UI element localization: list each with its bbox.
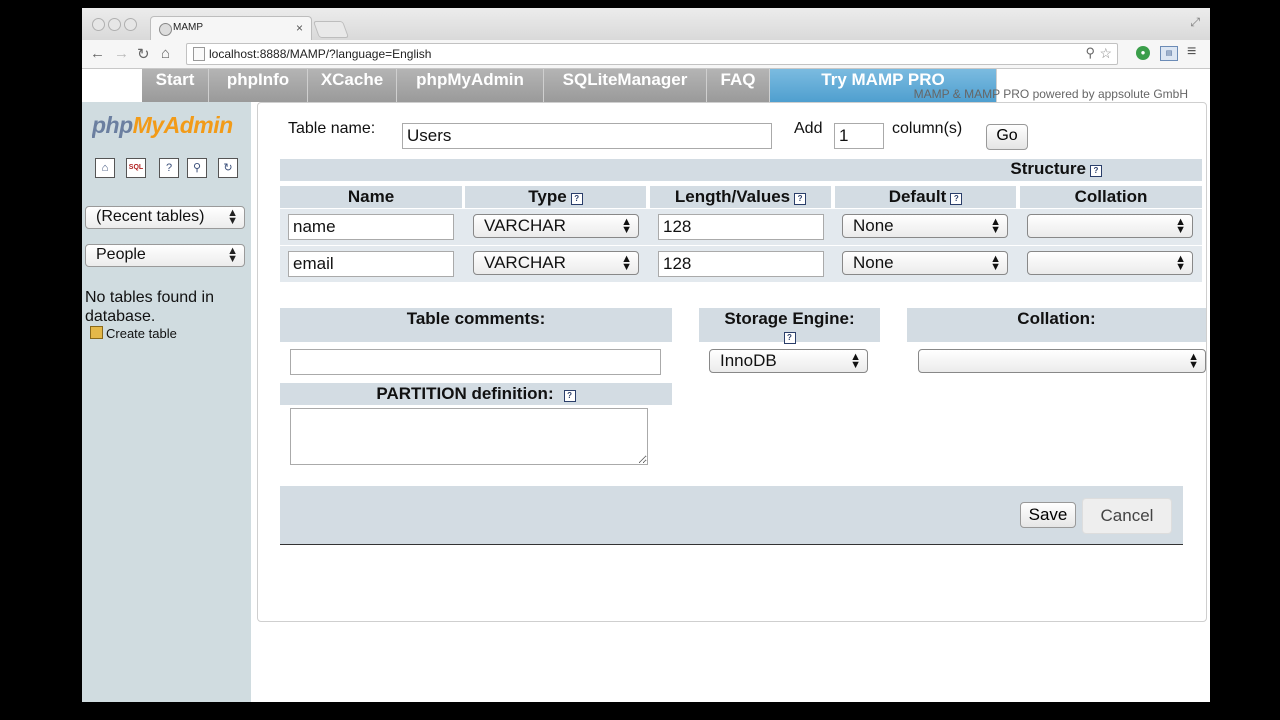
structure-help-icon[interactable]: ?	[1090, 165, 1102, 177]
extension-icon[interactable]: ▤	[1160, 46, 1178, 61]
cancel-button[interactable]: Cancel	[1082, 498, 1172, 534]
column-default-select[interactable]: None ▲ ▼	[842, 214, 1008, 238]
minimize-window-button[interactable]	[108, 18, 121, 31]
storage-engine-select[interactable]: InnoDB ▲ ▼	[709, 349, 868, 373]
storage-engine-header: Storage Engine:?	[699, 308, 880, 344]
select-arrows-icon: ▲ ▼	[227, 207, 238, 227]
no-tables-message: No tables found in database.	[85, 289, 214, 325]
select-arrows-icon: ▲ ▼	[1188, 351, 1199, 371]
add-columns-input[interactable]	[834, 123, 884, 149]
table-comments-header: Table comments:	[280, 308, 672, 342]
default-help-icon[interactable]: ?	[950, 193, 963, 205]
table-comments-input[interactable]	[290, 349, 661, 375]
tab-title: MAMP	[173, 22, 203, 33]
mamp-nav: Start phpInfo XCache phpMyAdmin SQLiteMa…	[82, 69, 1210, 105]
documentation-icon[interactable]: ⚲	[187, 158, 207, 178]
structure-header: Structure?	[280, 159, 1202, 181]
zoom-magnifier-icon[interactable]: ⚲	[1085, 45, 1095, 61]
home-icon[interactable]: ⌂	[161, 45, 170, 62]
browser-menu-icon[interactable]: ≡	[1187, 43, 1196, 61]
nav-phpmyadmin[interactable]: phpMyAdmin	[397, 69, 544, 102]
refresh-icon[interactable]: ↻	[218, 158, 238, 178]
home-icon[interactable]: ⌂	[95, 158, 115, 178]
forward-arrow-icon[interactable]: →	[114, 45, 129, 62]
column-length-input[interactable]	[658, 251, 824, 277]
extension-badge-icon[interactable]: ●	[1136, 46, 1150, 60]
type-help-icon[interactable]: ?	[570, 193, 583, 205]
add-label: Add	[794, 120, 823, 137]
new-table-icon	[90, 326, 103, 339]
pma-sidebar: phpMyAdmin ⌂ SQL ? ⚲ ↻ (Recent tables) ▲…	[82, 102, 251, 702]
page-icon	[193, 47, 205, 61]
nav-sqlitemanager[interactable]: SQLiteManager	[544, 69, 707, 102]
select-arrows-icon: ▲ ▼	[621, 253, 632, 273]
select-arrows-icon: ▲ ▼	[227, 245, 238, 265]
create-table-form: Table name: Add column(s) Go Structure? …	[257, 102, 1207, 622]
powered-by-text: MAMP & MAMP PRO powered by appsolute Gmb…	[913, 87, 1188, 101]
button-bar: Save Cancel	[280, 486, 1183, 545]
column-name-input[interactable]	[288, 251, 454, 277]
url-text: localhost:8888/MAMP/?language=English	[209, 47, 432, 61]
go-button[interactable]: Go	[986, 124, 1028, 150]
select-arrows-icon: ▲ ▼	[621, 216, 632, 236]
tab-close-icon[interactable]: ×	[296, 21, 303, 35]
database-select[interactable]: People ▲ ▼	[85, 244, 245, 267]
browser-window: MAMP × ⤢ ← → ↻ ⌂ localhost:8888/MAMP/?la…	[82, 8, 1210, 702]
recent-tables-select[interactable]: (Recent tables) ▲ ▼	[85, 206, 245, 229]
header-type: Type?	[465, 186, 646, 208]
save-button[interactable]: Save	[1020, 502, 1076, 528]
table-name-label: Table name:	[288, 120, 376, 137]
zoom-window-button[interactable]	[124, 18, 137, 31]
title-bar: MAMP × ⤢	[82, 8, 1210, 41]
globe-icon	[159, 23, 172, 36]
column-collation-select[interactable]: ▲ ▼	[1027, 214, 1193, 238]
close-window-button[interactable]	[92, 18, 105, 31]
phpmyadmin-logo[interactable]: phpMyAdmin	[92, 112, 251, 139]
table-collation-select[interactable]: ▲ ▼	[918, 349, 1206, 373]
columns-label: column(s)	[892, 120, 963, 137]
browser-toolbar: ← → ↻ ⌂ localhost:8888/MAMP/?language=En…	[82, 40, 1210, 69]
nav-faq[interactable]: FAQ	[707, 69, 770, 102]
select-arrows-icon: ▲ ▼	[1175, 216, 1186, 236]
storage-engine-help-icon[interactable]: ?	[783, 332, 796, 344]
header-collation: Collation	[1020, 186, 1202, 208]
column-length-input[interactable]	[658, 214, 824, 240]
column-type-select[interactable]: VARCHAR ▲ ▼	[473, 214, 639, 238]
column-collation-select[interactable]: ▲ ▼	[1027, 251, 1193, 275]
select-arrows-icon: ▲ ▼	[1175, 253, 1186, 273]
header-length-values: Length/Values?	[650, 186, 831, 208]
select-arrows-icon: ▲ ▼	[990, 253, 1001, 273]
create-table-link[interactable]: Create table	[90, 326, 177, 341]
partition-textarea[interactable]	[290, 408, 648, 465]
header-default: Default?	[835, 186, 1016, 208]
help-icon[interactable]: ?	[159, 158, 179, 178]
table-name-input[interactable]	[402, 123, 772, 149]
sql-icon[interactable]: SQL	[126, 158, 146, 178]
collation-header: Collation:	[907, 308, 1206, 342]
partition-header: PARTITION definition:?	[280, 383, 672, 405]
address-bar[interactable]: localhost:8888/MAMP/?language=English ⚲ …	[186, 43, 1118, 65]
select-arrows-icon: ▲ ▼	[850, 351, 861, 371]
back-arrow-icon[interactable]: ←	[90, 45, 105, 62]
column-name-input[interactable]	[288, 214, 454, 240]
reload-icon[interactable]: ↻	[137, 45, 150, 63]
length-help-icon[interactable]: ?	[794, 193, 807, 205]
nav-start[interactable]: Start	[142, 69, 209, 102]
select-arrows-icon: ▲ ▼	[990, 216, 1001, 236]
partition-help-icon[interactable]: ?	[563, 390, 576, 402]
bookmark-star-icon[interactable]: ☆	[1099, 45, 1112, 62]
new-tab-button[interactable]	[312, 21, 350, 38]
nav-phpinfo[interactable]: phpInfo	[209, 69, 308, 102]
header-name: Name	[280, 186, 462, 208]
nav-xcache[interactable]: XCache	[308, 69, 397, 102]
fullscreen-icon[interactable]: ⤢	[1190, 15, 1200, 30]
browser-tab[interactable]: MAMP ×	[150, 16, 312, 41]
column-default-select[interactable]: None ▲ ▼	[842, 251, 1008, 275]
column-type-select[interactable]: VARCHAR ▲ ▼	[473, 251, 639, 275]
